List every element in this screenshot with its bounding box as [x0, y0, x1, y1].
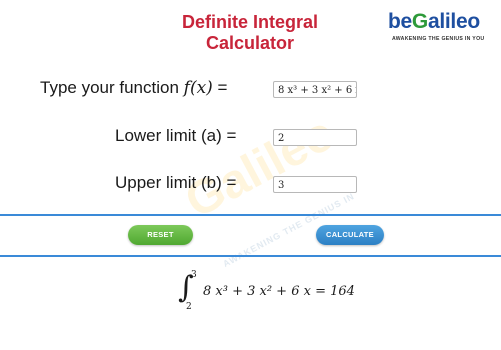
logo-wordmark: beGalileo: [388, 10, 480, 34]
function-label-math: f(x): [183, 78, 213, 98]
integral-upper-limit: 3: [191, 270, 197, 280]
lower-limit-input[interactable]: 2: [273, 129, 357, 146]
logo-word-be: be: [388, 10, 412, 33]
logo-word-g: G: [411, 10, 428, 33]
upper-limit-input[interactable]: 3: [273, 176, 357, 193]
divider-top: [0, 214, 501, 216]
function-label: Type your function f(x) =: [40, 78, 227, 98]
title-line-1: Definite Integral: [181, 12, 319, 32]
function-input[interactable]: 8 x³ + 3 x² + 6 x: [273, 81, 357, 98]
watermark: Galileo: [176, 106, 344, 229]
divider-bottom: [0, 255, 501, 257]
function-label-prefix: Type your function: [40, 78, 179, 97]
page-title: Definite Integral Calculator: [130, 12, 370, 54]
upper-limit-label: Upper limit (b) =: [115, 173, 237, 192]
calculate-button[interactable]: CALCULATE: [316, 225, 384, 245]
logo-word-alileo: alileo: [427, 10, 480, 33]
begalileo-logo[interactable]: beGalileo AWAKENING THE GENIUS IN YOU: [388, 10, 494, 48]
lower-limit-label: Lower limit (a) =: [115, 126, 237, 145]
title-line-2: Calculator: [205, 33, 295, 53]
integral-result: ∫ 3 2 8 x³ + 3 x² + 6 x = 164: [176, 270, 406, 312]
function-label-equals: =: [217, 78, 228, 97]
integral-lower-limit: 2: [186, 302, 192, 312]
integral-expression: 8 x³ + 3 x² + 6 x = 164: [203, 284, 355, 299]
logo-tagline: AWAKENING THE GENIUS IN YOU: [392, 36, 485, 42]
reset-button[interactable]: RESET: [128, 225, 193, 245]
